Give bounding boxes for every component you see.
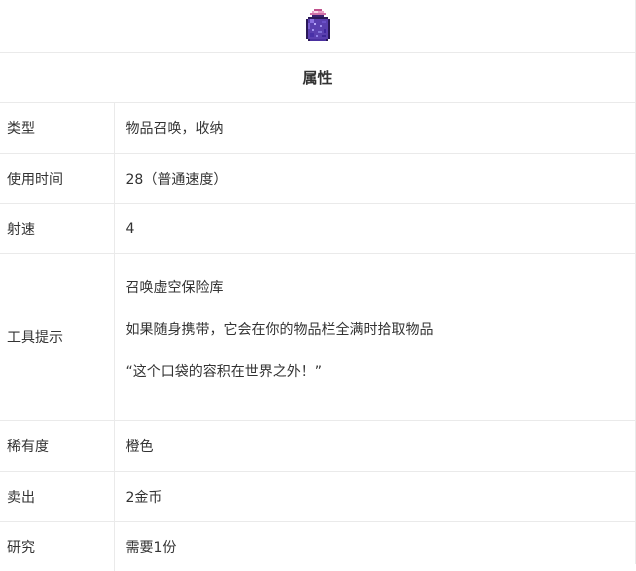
row-value: 橙色: [114, 421, 636, 472]
tooltip-line: 如果随身携带，它会在你的物品栏全满时拾取物品: [126, 320, 636, 340]
table-row: 射速 4: [0, 204, 636, 254]
row-label: 射速: [0, 204, 114, 254]
table-row: 稀有度 橙色: [0, 421, 636, 472]
section-header-label: 属性: [302, 67, 332, 88]
row-label: 类型: [0, 103, 114, 154]
item-infobox: 属性 类型 物品召唤，收纳 使用时间 28（普通速度） 射速 4 工具提示 召唤…: [0, 0, 636, 564]
row-label: 使用时间: [0, 154, 114, 204]
tooltip-value: 召唤虚空保险库 如果随身携带，它会在你的物品栏全满时拾取物品 “这个口袋的容积在…: [114, 254, 636, 421]
void-bag-icon: [304, 9, 332, 43]
table-row: 工具提示 召唤虚空保险库 如果随身携带，它会在你的物品栏全满时拾取物品 “这个口…: [0, 254, 636, 421]
properties-table: 类型 物品召唤，收纳 使用时间 28（普通速度） 射速 4 工具提示 召唤虚空保…: [0, 103, 636, 571]
tooltip-line: 召唤虚空保险库: [126, 278, 636, 298]
table-row: 类型 物品召唤，收纳: [0, 103, 636, 154]
table-row: 卖出 2金币: [0, 472, 636, 522]
tooltip-quote: “这个口袋的容积在世界之外！”: [126, 362, 636, 382]
section-header: 属性: [0, 53, 635, 103]
table-row: 使用时间 28（普通速度）: [0, 154, 636, 204]
row-value: 28（普通速度）: [114, 154, 636, 204]
item-image-row: [0, 0, 635, 53]
row-label: 卖出: [0, 472, 114, 522]
row-value: 2金币: [114, 472, 636, 522]
row-value: 4: [114, 204, 636, 254]
row-label: 工具提示: [0, 254, 114, 421]
row-label: 稀有度: [0, 421, 114, 472]
row-value: 物品召唤，收纳: [114, 103, 636, 154]
